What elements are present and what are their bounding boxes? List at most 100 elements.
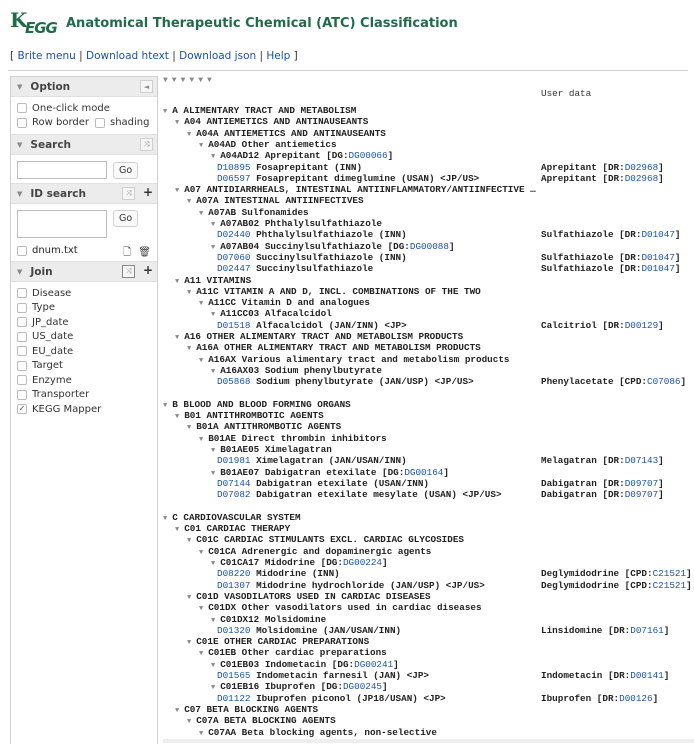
category-row[interactable]: ▼ A16AX Various alimentary tract and meta… bbox=[199, 354, 509, 365]
shuffle-icon[interactable]: ⤨ bbox=[122, 265, 135, 278]
search-input[interactable] bbox=[17, 161, 107, 179]
expand-toggle-icon[interactable]: ▼ bbox=[163, 402, 167, 410]
expand-toggle-icon[interactable]: ▼ bbox=[175, 707, 179, 715]
join-checkbox[interactable] bbox=[17, 346, 27, 357]
shuffle-icon[interactable]: ⤨ bbox=[140, 138, 153, 151]
category-row[interactable]: ▼ B01AE07 Dabigatran etexilate [DG:DG0016… bbox=[211, 467, 449, 478]
category-row[interactable]: ▼ A04AD12 Aprepitant [DG:DG00066] bbox=[211, 150, 393, 161]
expand-toggle-icon[interactable]: ▼ bbox=[211, 244, 215, 252]
expand-toggle-icon[interactable]: ▼ bbox=[175, 334, 179, 342]
expand-toggle-icon[interactable]: ▼ bbox=[187, 289, 191, 297]
category-row[interactable]: ▼ C01EB03 Indometacin [DG:DG00241] bbox=[211, 659, 399, 670]
toggle-icon[interactable]: ▼ bbox=[17, 190, 22, 198]
expand-toggle-icon[interactable]: ▼ bbox=[199, 730, 203, 738]
option-panel-header[interactable]: ▼ Option ◄ bbox=[11, 77, 157, 97]
expand-toggle-icon[interactable]: ▼ bbox=[199, 650, 203, 658]
category-row[interactable]: ▼ C01 CARDIAC THERAPY bbox=[175, 523, 290, 534]
category-row[interactable]: ▼ A07A INTESTINAL ANTIINFECTIVES bbox=[187, 195, 364, 206]
category-row[interactable]: ▼ A07AB Sulfonamides bbox=[199, 207, 309, 218]
expand-toggle-icon[interactable]: ▼ bbox=[211, 684, 215, 692]
toggle-icon[interactable]: ▼ bbox=[17, 268, 22, 276]
drug-id-link[interactable]: D07060 bbox=[217, 252, 250, 263]
drug-group-link[interactable]: DG00164 bbox=[404, 467, 443, 478]
category-row[interactable]: ▼ C CARDIOVASCULAR SYSTEM bbox=[163, 512, 301, 523]
expand-toggle-icon[interactable]: ▼ bbox=[211, 311, 215, 319]
expand-toggle-icon[interactable]: ▼ bbox=[175, 526, 179, 534]
dnum-file-checkbox[interactable] bbox=[17, 245, 27, 256]
expand-toggle-icon[interactable]: ▼ bbox=[163, 515, 167, 523]
expand-toggle-icon[interactable]: ▼ bbox=[199, 436, 203, 444]
row-border-option[interactable]: Row border shading bbox=[17, 116, 151, 131]
category-row[interactable]: ▼ C07 BETA BLOCKING AGENTS bbox=[175, 704, 318, 715]
expand-toggle-icon[interactable]: ▼ bbox=[163, 108, 167, 116]
user-data-link[interactable]: D09707 bbox=[625, 489, 658, 500]
drug-id-link[interactable]: D07144 bbox=[217, 478, 250, 489]
one-click-mode-checkbox[interactable] bbox=[17, 103, 27, 114]
collapse-sidebar-icon[interactable]: ◄ bbox=[140, 80, 153, 93]
join-option[interactable]: Disease bbox=[17, 286, 151, 301]
expand-toggle-icon[interactable]: ▼ bbox=[187, 198, 191, 206]
search-panel-header[interactable]: ▼ Search ⤨ bbox=[11, 134, 157, 155]
kegg-logo[interactable]: K EGG bbox=[10, 8, 58, 38]
drug-id-link[interactable]: D06597 bbox=[217, 173, 250, 184]
user-data-link[interactable]: D01047 bbox=[641, 263, 674, 274]
category-row[interactable]: ▼ C01EB Other cardiac preparations bbox=[199, 647, 387, 658]
help-link[interactable]: Help bbox=[266, 50, 290, 62]
download-htext-link[interactable]: Download htext bbox=[86, 50, 169, 62]
category-row[interactable]: ▼ A11 VITAMINS bbox=[175, 275, 251, 286]
category-row[interactable]: ▼ C01EB16 Ibuprofen [DG:DG00245] bbox=[211, 681, 388, 692]
row-border-checkbox[interactable] bbox=[17, 117, 27, 128]
plus-icon[interactable]: + bbox=[143, 185, 153, 199]
expand-toggle-icon[interactable]: ▼ bbox=[199, 357, 203, 365]
drug-id-link[interactable]: D08220 bbox=[217, 568, 250, 579]
join-option[interactable]: US_date bbox=[17, 330, 151, 345]
level-toggle-icons[interactable]: ▼▼▼▼▼▼ bbox=[163, 76, 216, 85]
category-row[interactable]: ▼ A07AB02 Phthalylsulfathiazole bbox=[211, 218, 382, 229]
expand-toggle-icon[interactable]: ▼ bbox=[175, 413, 179, 421]
shading-checkbox[interactable] bbox=[95, 117, 105, 128]
id-search-panel-header[interactable]: ▼ ID search ⤨ + bbox=[11, 183, 157, 204]
category-row[interactable]: ▼ A07 ANTIDIARRHEALS, INTESTINAL ANTIINFL… bbox=[175, 184, 536, 195]
user-data-link[interactable]: D02968 bbox=[625, 173, 658, 184]
drug-id-link[interactable]: D10895 bbox=[217, 162, 250, 173]
trash-icon[interactable]: 🗑 bbox=[138, 247, 151, 258]
expand-toggle-icon[interactable]: ▼ bbox=[175, 119, 179, 127]
expand-toggle-icon[interactable]: ▼ bbox=[175, 278, 179, 286]
expand-toggle-icon[interactable]: ▼ bbox=[187, 345, 191, 353]
category-row[interactable]: ▼ C01DX Other vasodilators used in cardia… bbox=[199, 602, 482, 613]
user-data-link[interactable]: D07143 bbox=[625, 455, 658, 466]
drug-group-link[interactable]: DG00224 bbox=[343, 557, 382, 568]
category-row[interactable]: ▼ C01C CARDIAC STIMULANTS EXCL. CARDIAC G… bbox=[187, 534, 464, 545]
join-checkbox[interactable] bbox=[17, 360, 27, 371]
drug-id-link[interactable]: D02440 bbox=[217, 229, 250, 240]
expand-toggle-icon[interactable]: ▼ bbox=[187, 718, 191, 726]
drug-id-link[interactable]: D01122 bbox=[217, 693, 250, 704]
category-row[interactable]: ▼ A ALIMENTARY TRACT AND METABOLISM bbox=[163, 105, 356, 116]
category-row[interactable]: ▼ B01AE05 Ximelagatran bbox=[211, 444, 332, 455]
join-panel-header[interactable]: ▼ Join ⤨ + bbox=[11, 261, 157, 282]
drug-id-link[interactable]: D05868 bbox=[217, 376, 250, 387]
join-option[interactable]: Type bbox=[17, 301, 151, 316]
drug-id-link[interactable]: D01320 bbox=[217, 625, 250, 636]
drug-id-link[interactable]: D01307 bbox=[217, 580, 250, 591]
join-option[interactable]: Transporter bbox=[17, 388, 151, 403]
category-row[interactable]: ▼ B BLOOD AND BLOOD FORMING ORGANS bbox=[163, 399, 351, 410]
category-row[interactable]: ▼ A11C VITAMIN A AND D, INCL. COMBINATION… bbox=[187, 286, 481, 297]
user-data-link[interactable]: D00126 bbox=[619, 693, 652, 704]
category-row[interactable]: ▼ C07A BETA BLOCKING AGENTS bbox=[187, 715, 336, 726]
drug-id-link[interactable]: D07082 bbox=[217, 489, 250, 500]
user-data-link[interactable]: C21521 bbox=[653, 568, 686, 579]
join-checkbox[interactable] bbox=[17, 389, 27, 400]
category-row[interactable]: ▼ C01CA17 Midodrine [DG:DG00224] bbox=[211, 557, 388, 568]
search-go-button[interactable]: Go bbox=[113, 161, 139, 179]
download-json-link[interactable]: Download json bbox=[179, 50, 256, 62]
plus-icon[interactable]: + bbox=[143, 263, 153, 277]
expand-toggle-icon[interactable]: ▼ bbox=[187, 424, 191, 432]
join-option[interactable]: JP_date bbox=[17, 315, 151, 330]
user-data-link[interactable]: D02968 bbox=[625, 162, 658, 173]
join-option[interactable]: EU_date bbox=[17, 344, 151, 359]
expand-toggle-icon[interactable]: ▼ bbox=[175, 187, 179, 195]
expand-toggle-icon[interactable]: ▼ bbox=[199, 210, 203, 218]
id-search-textarea[interactable] bbox=[17, 210, 107, 238]
drug-group-link[interactable]: DG00241 bbox=[354, 659, 393, 670]
